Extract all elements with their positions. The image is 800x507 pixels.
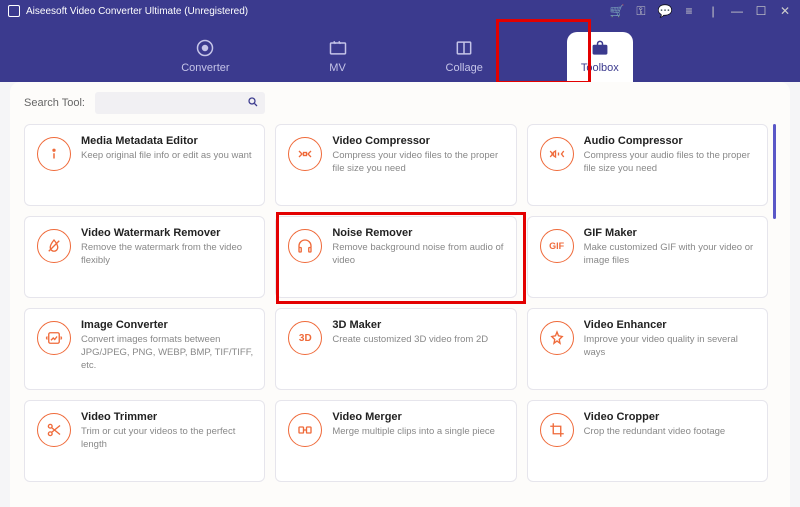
nav-collage[interactable]: Collage bbox=[432, 32, 497, 82]
3d-icon: 3D bbox=[288, 321, 322, 355]
headphones-icon bbox=[288, 229, 322, 263]
mv-icon bbox=[328, 38, 348, 58]
compress-icon bbox=[288, 137, 322, 171]
menu-icon[interactable]: ≡ bbox=[682, 4, 696, 18]
scrollbar[interactable] bbox=[773, 124, 776, 219]
card-desc: Create customized 3D video from 2D bbox=[332, 334, 488, 347]
card-title: 3D Maker bbox=[332, 319, 488, 331]
card-desc: Convert images formats between JPG/JPEG,… bbox=[81, 334, 254, 372]
card-title: Video Watermark Remover bbox=[81, 227, 254, 239]
tool-video-trimmer[interactable]: Video Trimmer Trim or cut your videos to … bbox=[24, 400, 265, 482]
tool-video-merger[interactable]: Video Merger Merge multiple clips into a … bbox=[275, 400, 516, 482]
minimize-icon[interactable]: — bbox=[730, 4, 744, 18]
search-label: Search Tool: bbox=[24, 97, 85, 109]
nav-toolbox[interactable]: Toolbox bbox=[567, 32, 633, 82]
nav-label: MV bbox=[329, 62, 346, 74]
watermark-icon bbox=[37, 229, 71, 263]
feedback-icon[interactable]: 💬 bbox=[658, 4, 672, 18]
collage-icon bbox=[454, 38, 474, 58]
crop-icon bbox=[540, 413, 574, 447]
card-title: Noise Remover bbox=[332, 227, 505, 239]
tool-gif-maker[interactable]: GIF GIF Maker Make customized GIF with yo… bbox=[527, 216, 768, 298]
app-logo-icon bbox=[8, 5, 20, 17]
info-icon bbox=[37, 137, 71, 171]
scissors-icon bbox=[37, 413, 71, 447]
tool-grid: Media Metadata Editor Keep original file … bbox=[24, 124, 776, 482]
search-box[interactable] bbox=[95, 92, 265, 114]
card-title: Audio Compressor bbox=[584, 135, 757, 147]
tool-noise-remover[interactable]: Noise Remover Remove background noise fro… bbox=[275, 216, 516, 298]
image-convert-icon bbox=[37, 321, 71, 355]
nav-mv[interactable]: MV bbox=[314, 32, 362, 82]
tool-grid-wrap: Media Metadata Editor Keep original file … bbox=[24, 124, 776, 494]
card-desc: Merge multiple clips into a single piece bbox=[332, 426, 495, 439]
card-desc: Compress your audio files to the proper … bbox=[584, 150, 757, 176]
tool-audio-compressor[interactable]: Audio Compressor Compress your audio file… bbox=[527, 124, 768, 206]
card-desc: Crop the redundant video footage bbox=[584, 426, 726, 439]
card-title: Video Cropper bbox=[584, 411, 726, 423]
key-icon[interactable]: ⚿ bbox=[634, 4, 648, 18]
tool-video-compressor[interactable]: Video Compressor Compress your video file… bbox=[275, 124, 516, 206]
nav-label: Collage bbox=[446, 62, 483, 74]
card-desc: Improve your video quality in several wa… bbox=[584, 334, 757, 360]
tool-watermark-remover[interactable]: Video Watermark Remover Remove the waterm… bbox=[24, 216, 265, 298]
navbar: Converter MV Collage Toolbox bbox=[0, 22, 800, 82]
card-desc: Compress your video files to the proper … bbox=[332, 150, 505, 176]
close-icon[interactable]: ✕ bbox=[778, 4, 792, 18]
toolbox-icon bbox=[590, 38, 610, 58]
card-desc: Make customized GIF with your video or i… bbox=[584, 242, 757, 268]
cart-icon[interactable]: 🛒 bbox=[610, 4, 624, 18]
card-title: GIF Maker bbox=[584, 227, 757, 239]
tool-3d-maker[interactable]: 3D 3D Maker Create customized 3D video fr… bbox=[275, 308, 516, 390]
card-desc: Remove background noise from audio of vi… bbox=[332, 242, 505, 268]
content-area: Search Tool: Media Metadata Editor Keep o… bbox=[10, 82, 790, 507]
tool-metadata-editor[interactable]: Media Metadata Editor Keep original file … bbox=[24, 124, 265, 206]
search-input[interactable] bbox=[101, 97, 247, 109]
tool-video-cropper[interactable]: Video Cropper Crop the redundant video fo… bbox=[527, 400, 768, 482]
card-title: Video Trimmer bbox=[81, 411, 254, 423]
enhance-icon bbox=[540, 321, 574, 355]
audio-compress-icon bbox=[540, 137, 574, 171]
nav-label: Converter bbox=[181, 62, 229, 74]
app-title: Aiseesoft Video Converter Ultimate (Unre… bbox=[26, 6, 610, 17]
card-title: Image Converter bbox=[81, 319, 254, 331]
card-desc: Trim or cut your videos to the perfect l… bbox=[81, 426, 254, 452]
divider-icon: | bbox=[706, 4, 720, 18]
converter-icon bbox=[195, 38, 215, 58]
gif-icon: GIF bbox=[540, 229, 574, 263]
search-row: Search Tool: bbox=[24, 92, 776, 114]
maximize-icon[interactable]: ☐ bbox=[754, 4, 768, 18]
search-icon[interactable] bbox=[247, 96, 259, 111]
titlebar: Aiseesoft Video Converter Ultimate (Unre… bbox=[0, 0, 800, 22]
card-title: Video Enhancer bbox=[584, 319, 757, 331]
tool-video-enhancer[interactable]: Video Enhancer Improve your video quality… bbox=[527, 308, 768, 390]
titlebar-controls: 🛒 ⚿ 💬 ≡ | — ☐ ✕ bbox=[610, 4, 792, 18]
card-desc: Remove the watermark from the video flex… bbox=[81, 242, 254, 268]
tool-image-converter[interactable]: Image Converter Convert images formats be… bbox=[24, 308, 265, 390]
merge-icon bbox=[288, 413, 322, 447]
card-title: Video Merger bbox=[332, 411, 495, 423]
nav-converter[interactable]: Converter bbox=[167, 32, 243, 82]
card-title: Media Metadata Editor bbox=[81, 135, 252, 147]
card-title: Video Compressor bbox=[332, 135, 505, 147]
card-desc: Keep original file info or edit as you w… bbox=[81, 150, 252, 163]
nav-label: Toolbox bbox=[581, 62, 619, 74]
